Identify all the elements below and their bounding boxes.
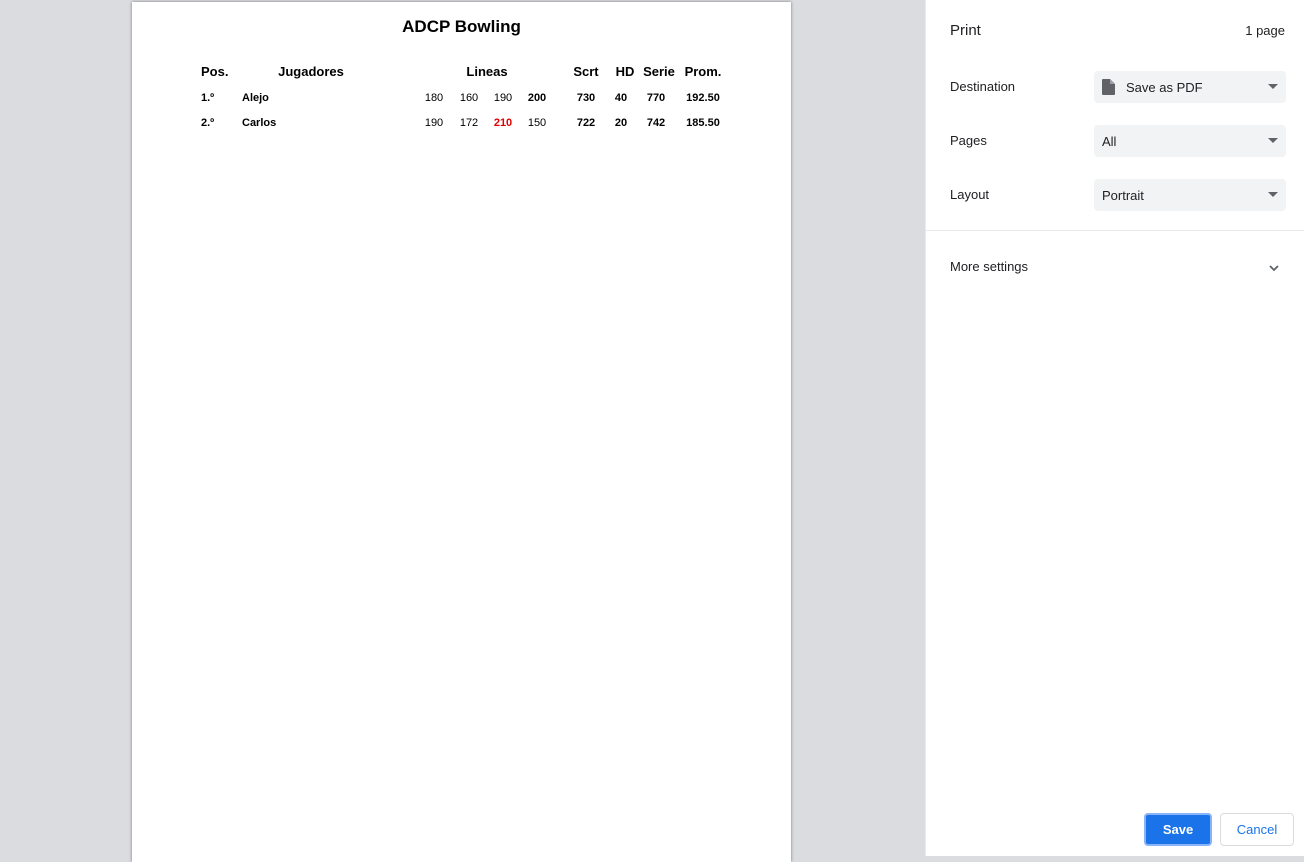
row-line-3-highlight: 210 xyxy=(493,117,513,129)
row-series: 742 xyxy=(646,117,666,129)
row-line-1: 190 xyxy=(424,117,444,129)
cancel-button[interactable]: Cancel xyxy=(1220,813,1294,846)
more-settings-toggle[interactable]: More settings xyxy=(926,250,1304,284)
header-pos: Pos. xyxy=(201,64,229,79)
row-average: 185.50 xyxy=(686,117,720,129)
header-scratch: Scrt xyxy=(573,64,599,79)
header-average: Prom. xyxy=(684,64,722,79)
more-settings-label: More settings xyxy=(950,259,1029,274)
row-line-3: 190 xyxy=(493,92,513,104)
row-hd: 40 xyxy=(614,92,628,104)
divider xyxy=(926,230,1304,231)
preview-page: ADCP Bowling Pos. Jugadores Lineas Scrt … xyxy=(132,2,791,862)
layout-value: Portrait xyxy=(1102,187,1144,203)
row-line-4: 150 xyxy=(527,117,547,129)
pages-select[interactable]: All xyxy=(1094,125,1286,157)
header-series: Serie xyxy=(643,64,675,79)
header-lines: Lineas xyxy=(466,64,508,79)
row-line-2: 172 xyxy=(459,117,479,129)
header-hd: HD xyxy=(615,64,635,79)
dropdown-arrow-icon xyxy=(1268,138,1278,143)
layout-select[interactable]: Portrait xyxy=(1094,179,1286,211)
layout-label: Layout xyxy=(950,187,990,202)
row-pos: 1.º xyxy=(201,92,215,104)
pages-label: Pages xyxy=(950,133,987,148)
print-preview-area: ADCP Bowling Pos. Jugadores Lineas Scrt … xyxy=(0,0,925,862)
destination-label: Destination xyxy=(950,79,1016,94)
panel-title: Print xyxy=(950,22,981,39)
destination-value: Save as PDF xyxy=(1126,79,1203,95)
row-line-1: 180 xyxy=(424,92,444,104)
row-player-name: Carlos xyxy=(242,117,277,129)
save-button[interactable]: Save xyxy=(1144,813,1212,846)
row-scratch: 722 xyxy=(576,117,596,129)
row-line-2: 160 xyxy=(459,92,479,104)
row-pos: 2.º xyxy=(201,117,215,129)
header-players: Jugadores xyxy=(278,64,344,79)
file-icon xyxy=(1102,79,1115,95)
destination-select[interactable]: Save as PDF xyxy=(1094,71,1286,103)
pages-value: All xyxy=(1102,133,1117,149)
row-player-name: Alejo xyxy=(242,92,269,104)
print-settings-panel: Print 1 page Destination Save as PDF Pag… xyxy=(925,0,1304,856)
document-title: ADCP Bowling xyxy=(402,17,521,36)
dropdown-arrow-icon xyxy=(1268,84,1278,89)
row-hd: 20 xyxy=(614,117,628,129)
row-series: 770 xyxy=(646,92,666,104)
row-average: 192.50 xyxy=(686,92,720,104)
dropdown-arrow-icon xyxy=(1268,192,1278,197)
page-count: 1 page xyxy=(1245,23,1285,38)
row-line-4: 200 xyxy=(527,92,547,104)
row-scratch: 730 xyxy=(576,92,596,104)
chevron-down-icon xyxy=(1268,261,1280,273)
